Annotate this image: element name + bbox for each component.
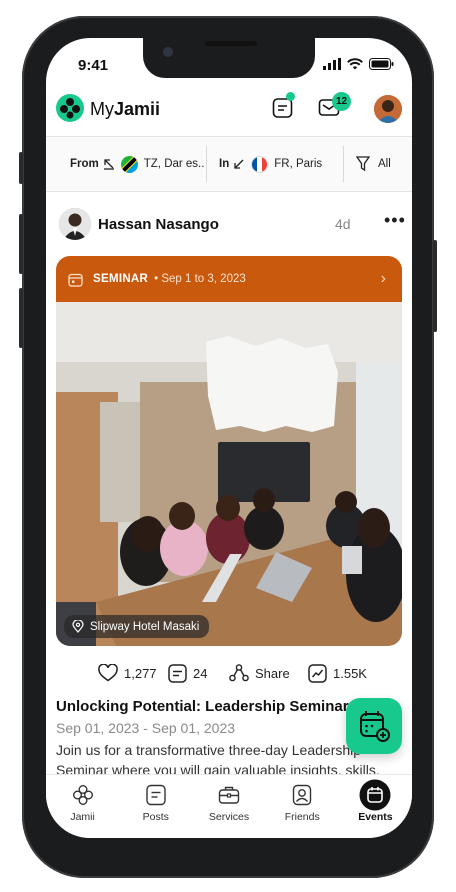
meeting-room-image [56,302,402,646]
calendar-icon [359,779,391,811]
calendar-small-icon [68,273,83,287]
trend-chart-icon [308,664,327,683]
venue-name: Slipway Hotel Masaki [90,620,200,633]
tab-services[interactable]: Services [192,775,265,838]
logo-mark-icon [60,98,80,119]
front-camera [163,47,173,57]
tanzania-flag-icon [120,155,138,173]
status-time: 9:41 [78,57,109,74]
post-date-range: Sep 01, 2023 - Sep 01, 2023 [56,720,236,736]
share-label: Share [255,665,290,681]
messages-count-badge: 12 [332,92,351,111]
location-filter-bar: From TZ, Dar es.. In FR, Paris All [46,136,412,192]
notch [143,38,315,78]
event-card[interactable]: SEMINAR • Sep 1 to 3, 2023 › Slipway Hot… [56,256,402,646]
event-header[interactable]: SEMINAR • Sep 1 to 3, 2023 › [56,256,402,302]
comments-count: 24 [193,666,208,681]
battery-icon [369,58,394,70]
volume-up-button [19,214,23,274]
bottom-tab-bar: Jamii Posts Services Friends Events [46,774,412,838]
comment-icon [168,664,187,683]
post-title[interactable]: Unlocking Potential: Leadership Seminar [56,698,349,715]
screen: 9:41 MyJamii 12 From TZ, Dar es.. In FR,… [46,38,412,838]
feed-button[interactable] [271,92,297,121]
comment-button[interactable]: 24 [168,664,207,683]
calendar-add-icon [360,711,390,742]
profile-avatar[interactable] [374,95,402,123]
all-filter-button[interactable]: All [344,136,391,192]
app-title: MyJamii [90,99,161,119]
event-type: SEMINAR [93,273,149,285]
user-avatar-icon [374,95,402,123]
posts-icon [146,784,166,806]
likes-count: 1,277 [124,665,157,681]
tab-label: Posts [142,811,169,823]
arrow-up-left-icon [103,159,114,170]
from-filter[interactable]: From TZ, Dar es.. [46,136,206,192]
author-name[interactable]: Hassan Nasango [98,216,219,233]
messages-button[interactable]: 12 [318,92,352,121]
speaker [205,41,257,46]
myjamii-logo[interactable] [56,94,84,122]
views-stat: 1.55K [308,664,367,683]
france-flag-icon [251,155,269,173]
briefcase-icon [218,786,240,804]
author-avatar-icon [59,208,91,240]
more-options-icon[interactable]: ••• [384,210,406,231]
wifi-icon [347,58,363,70]
tab-friends[interactable]: Friends [266,775,339,838]
heart-icon [98,664,118,682]
venue-tag[interactable]: Slipway Hotel Masaki [64,615,210,638]
event-photo[interactable]: Slipway Hotel Masaki [56,302,402,646]
signal-icon [323,58,341,70]
views-count: 1.55K [333,666,367,681]
mute-switch [19,152,23,184]
tab-label: Events [358,811,393,823]
chevron-right-icon: › [380,270,386,287]
tab-jamii[interactable]: Jamii [46,775,119,838]
volume-down-button [19,288,23,348]
post-age: 4d [335,216,351,232]
arrow-down-left-icon [234,159,244,169]
jamii-icon [72,785,93,805]
status-icons [323,58,394,70]
filter-icon [356,156,370,172]
app-header: MyJamii 12 [46,90,412,136]
friends-icon [293,784,312,806]
share-button[interactable]: Share [229,664,290,682]
tab-events[interactable]: Events [339,775,412,838]
tab-label: Jamii [70,811,95,823]
in-filter[interactable]: In FR, Paris [207,136,343,192]
tab-label: Services [208,811,250,823]
author-avatar[interactable] [59,208,91,240]
like-button[interactable]: 1,277 [98,664,157,682]
add-event-button[interactable] [346,698,402,754]
tab-label: Friends [284,811,320,823]
post-header: Hassan Nasango 4d ••• [46,204,412,244]
power-button [433,240,437,332]
tab-posts[interactable]: Posts [119,775,192,838]
event-dates: • Sep 1 to 3, 2023 [154,273,246,285]
feed-dot-badge [286,92,295,101]
share-icon [229,664,249,682]
location-pin-icon [72,620,84,633]
post-stats: 1,277 24 Share 1.55K [46,662,412,688]
